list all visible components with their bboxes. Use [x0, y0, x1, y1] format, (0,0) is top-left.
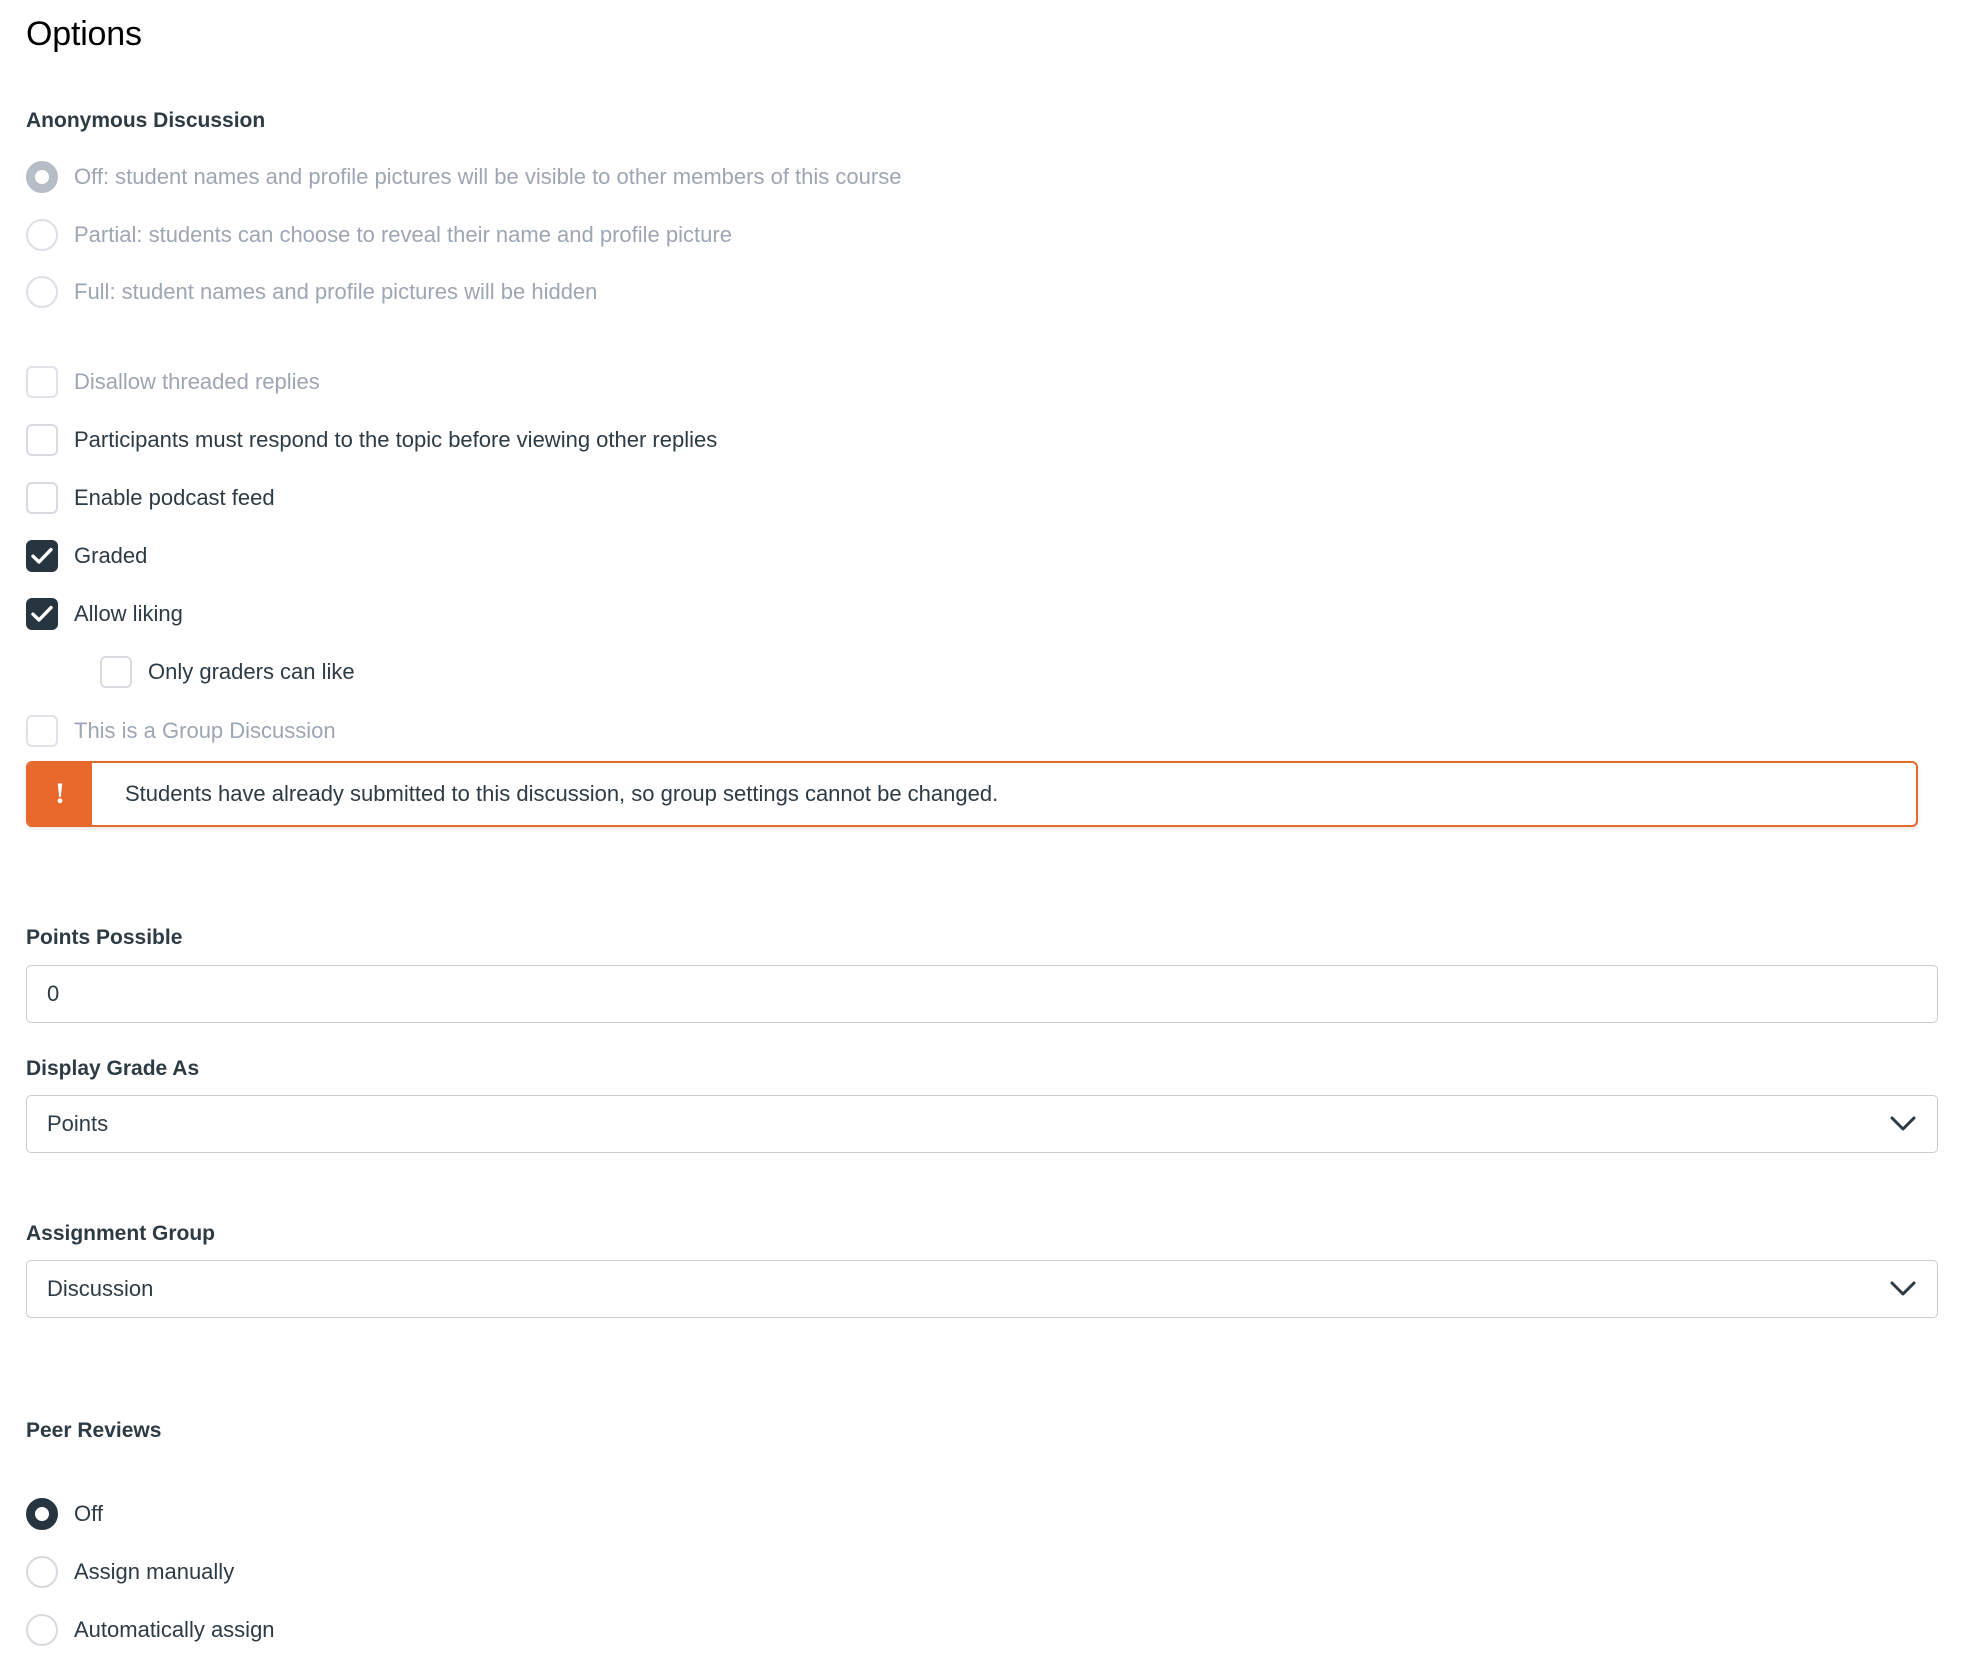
radio-peer-reviews-automatically-assign[interactable]: Automatically assign	[26, 1614, 275, 1646]
peer-reviews-heading: Peer Reviews	[26, 1419, 162, 1442]
radio-indicator-off[interactable]	[26, 161, 58, 193]
checkbox-participants-must-respond[interactable]: Participants must respond to the topic b…	[26, 424, 717, 456]
group-settings-locked-alert: ! Students have already submitted to thi…	[26, 761, 1918, 827]
checkbox-indicator-group-discussion[interactable]	[26, 715, 58, 747]
radio-anonymous-off[interactable]: Off: student names and profile pictures …	[26, 161, 901, 193]
radio-indicator-peer-auto[interactable]	[26, 1614, 58, 1646]
checkbox-indicator-participants-must-respond[interactable]	[26, 424, 58, 456]
page-title: Options	[26, 15, 142, 53]
checkbox-group-discussion[interactable]: This is a Group Discussion	[26, 715, 336, 747]
radio-label-anonymous-off: Off: student names and profile pictures …	[74, 164, 902, 189]
checkbox-label-enable-podcast-feed: Enable podcast feed	[74, 485, 275, 510]
checkmark-icon	[31, 547, 53, 564]
radio-indicator-peer-off[interactable]	[26, 1498, 58, 1530]
checkbox-indicator-graded[interactable]	[26, 540, 58, 572]
radio-indicator-partial[interactable]	[26, 219, 58, 251]
checkbox-indicator-disallow-threaded-replies[interactable]	[26, 366, 58, 398]
points-possible-label: Points Possible	[26, 926, 183, 949]
checkbox-only-graders-can-like[interactable]: Only graders can like	[100, 656, 355, 688]
checkbox-indicator-enable-podcast-feed[interactable]	[26, 482, 58, 514]
checkbox-disallow-threaded-replies[interactable]: Disallow threaded replies	[26, 366, 320, 398]
chevron-down-icon[interactable]	[1889, 1115, 1917, 1133]
checkmark-icon	[31, 605, 53, 622]
radio-indicator-peer-manual[interactable]	[26, 1556, 58, 1588]
exclamation-icon: !	[55, 777, 65, 810]
checkbox-indicator-only-graders-can-like[interactable]	[100, 656, 132, 688]
checkbox-label-allow-liking: Allow liking	[74, 601, 183, 626]
checkbox-label-graded: Graded	[74, 543, 148, 568]
alert-message: Students have already submitted to this …	[125, 781, 999, 806]
radio-label-peer-manual: Assign manually	[74, 1559, 235, 1584]
checkbox-label-participants-must-respond: Participants must respond to the topic b…	[74, 427, 718, 452]
checkbox-label-disallow-threaded-replies: Disallow threaded replies	[74, 369, 320, 394]
radio-label-peer-auto: Automatically assign	[74, 1617, 275, 1642]
checkbox-label-only-graders-can-like: Only graders can like	[148, 659, 355, 684]
display-grade-as-label: Display Grade As	[26, 1057, 200, 1080]
checkbox-allow-liking[interactable]: Allow liking	[26, 598, 183, 630]
radio-anonymous-partial[interactable]: Partial: students can choose to reveal t…	[26, 219, 732, 251]
anonymous-discussion-heading: Anonymous Discussion	[26, 109, 266, 132]
radio-label-peer-off: Off	[74, 1501, 103, 1526]
radio-indicator-full[interactable]	[26, 276, 58, 308]
chevron-down-icon[interactable]	[1889, 1280, 1917, 1298]
checkbox-indicator-allow-liking[interactable]	[26, 598, 58, 630]
radio-label-anonymous-full: Full: student names and profile pictures…	[74, 279, 598, 304]
alert-icon-container: !	[28, 763, 92, 825]
radio-peer-reviews-assign-manually[interactable]: Assign manually	[26, 1556, 234, 1588]
display-grade-as-value: Points	[47, 1111, 109, 1136]
radio-peer-reviews-off[interactable]: Off	[26, 1498, 103, 1530]
checkbox-graded[interactable]: Graded	[26, 540, 147, 572]
assignment-group-select[interactable]: Discussion	[26, 1260, 1938, 1318]
checkbox-label-group-discussion: This is a Group Discussion	[74, 718, 336, 743]
options-panel: Options Anonymous Discussion Off: studen…	[0, 0, 1982, 1658]
radio-label-anonymous-partial: Partial: students can choose to reveal t…	[74, 222, 732, 247]
radio-anonymous-full[interactable]: Full: student names and profile pictures…	[26, 276, 597, 308]
checkbox-enable-podcast-feed[interactable]: Enable podcast feed	[26, 482, 275, 514]
points-possible-input[interactable]	[26, 965, 1938, 1023]
display-grade-as-select[interactable]: Points	[26, 1095, 1938, 1153]
assignment-group-label: Assignment Group	[26, 1222, 216, 1245]
assignment-group-value: Discussion	[47, 1276, 154, 1301]
